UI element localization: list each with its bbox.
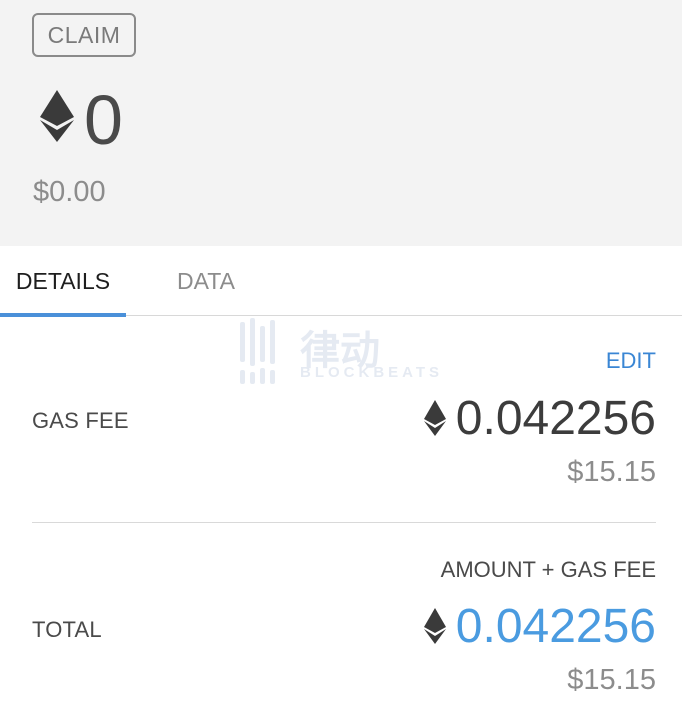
watermark-brand-en: BLOCKBEATS [300, 364, 444, 381]
tab-bar: DETAILS DATA [0, 246, 682, 317]
ethereum-icon [40, 90, 74, 147]
gas-fee-label: GAS FEE [32, 408, 129, 433]
ethereum-icon [424, 608, 446, 649]
edit-gas-button[interactable]: EDIT [606, 348, 656, 374]
divider [32, 522, 656, 523]
tab-details[interactable]: DETAILS [0, 246, 126, 317]
total-fiat: $15.15 [567, 664, 656, 696]
total-amount-row: 0.042256 [424, 600, 656, 656]
total-caption: AMOUNT + GAS FEE [440, 557, 656, 582]
gas-fee-amount-row: 0.042256 [424, 392, 656, 448]
header-fiat-value: $0.00 [33, 176, 106, 208]
method-badge: CLAIM [32, 13, 136, 57]
transaction-header: CLAIM 0 $0.00 [0, 0, 682, 246]
tab-data[interactable]: DATA [150, 246, 262, 316]
ethereum-icon [424, 400, 446, 441]
gas-fee-fiat: $15.15 [567, 456, 656, 488]
total-amount: 0.042256 [455, 600, 656, 653]
total-label: TOTAL [32, 617, 102, 642]
gas-fee-amount: 0.042256 [455, 392, 656, 445]
header-amount: 0 [84, 81, 123, 159]
watermark-logo: 律动 BLOCKBEATS [238, 318, 448, 390]
